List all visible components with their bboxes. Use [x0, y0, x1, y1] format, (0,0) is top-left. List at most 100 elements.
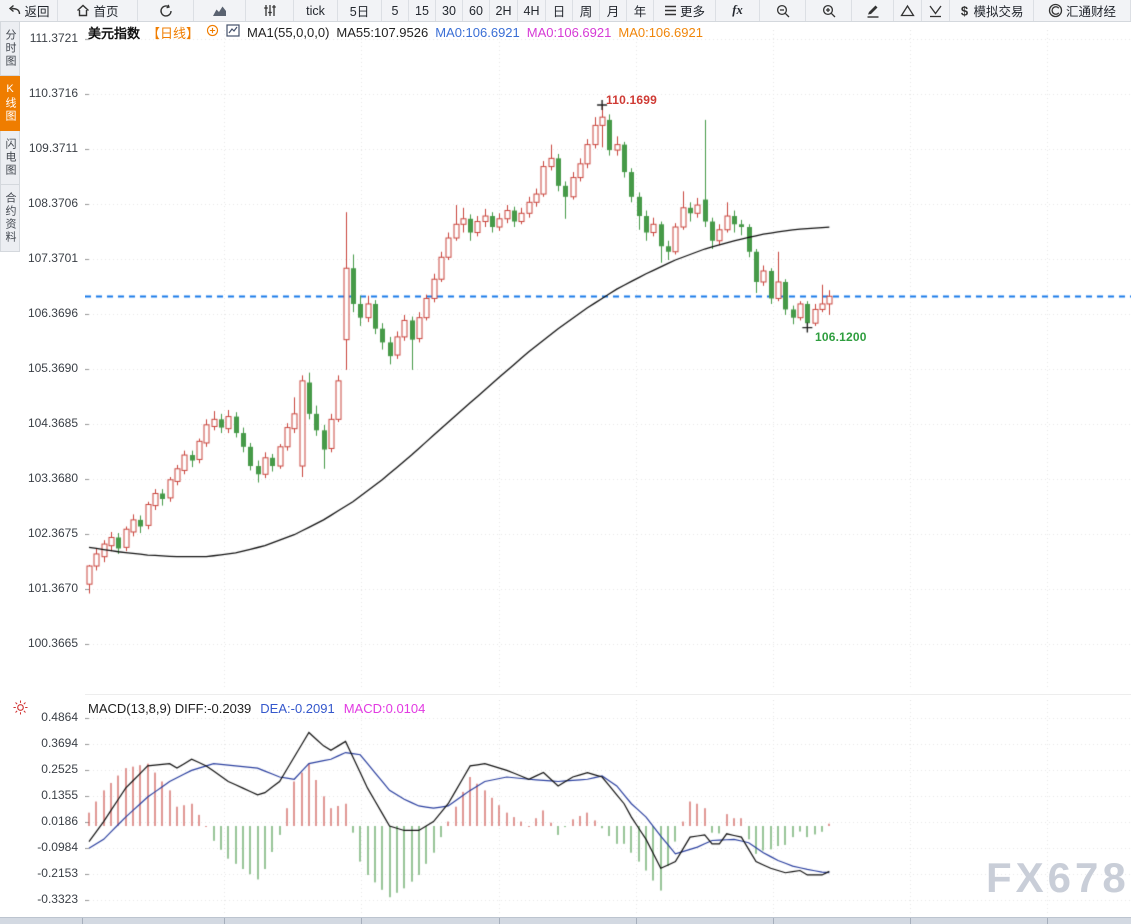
refresh-icon [159, 4, 173, 18]
toolbar-refresh-icon[interactable] [138, 0, 194, 21]
top-toolbar: 返回 首页 tick 5日 5 15 30 60 2H 4H 日周月年 更多 fx $ 模拟交易 汇通财经 [0, 0, 1131, 22]
kline-window-icon[interactable] [226, 24, 240, 40]
huitong-logo-icon [1048, 3, 1063, 18]
scrollbar-tick [636, 918, 637, 924]
toolbar-month-button[interactable]: 月 [600, 0, 627, 21]
macd-params-diff: MACD(13,8,9) DIFF:-0.2039 [88, 701, 252, 716]
symbol-name: 美元指数 [88, 25, 141, 41]
y-axis-label: -0.0984 [37, 839, 78, 854]
toolbar-sim-trade-label: 模拟交易 [973, 5, 1024, 19]
add-indicator-icon[interactable] [206, 24, 219, 40]
scrollbar-tick [910, 918, 911, 924]
toolbar-year-button[interactable]: 年 [627, 0, 654, 21]
y-axis-label: 0.4864 [41, 709, 78, 724]
toolbar-week-label: 周 [579, 5, 593, 19]
y-axis-label: 102.3675 [27, 525, 78, 540]
dollar-icon: $ [959, 4, 970, 18]
toolbar-draw-icon[interactable] [852, 0, 894, 21]
toolbar-home-button[interactable]: 首页 [58, 0, 138, 21]
fx678-chart-app: 返回 首页 tick 5日 5 15 30 60 2H 4H 日周月年 更多 fx $ 模拟交易 汇通财经 分… [0, 0, 1131, 924]
scrollbar-tick [1047, 918, 1048, 924]
toolbar-tick-button[interactable]: tick [294, 0, 338, 21]
scrollbar-tick [773, 918, 774, 924]
toolbar-30m-button[interactable]: 30 [436, 0, 463, 21]
toolbar-fx-label: fx [732, 3, 743, 17]
low-price-annotation: 106.1200 [815, 330, 867, 344]
y-axis-label: 103.3680 [27, 470, 78, 485]
pencil-icon [866, 4, 880, 18]
toolbar-5m-label: 5 [391, 3, 399, 18]
toolbar-more-label: 更多 [679, 5, 705, 19]
toolbar-indicators-icon[interactable] [246, 0, 294, 21]
y-axis-label: 104.3685 [27, 415, 78, 430]
y-axis-label: -0.2153 [37, 865, 78, 880]
toolbar-huitong-button[interactable]: 汇通财经 [1034, 0, 1131, 21]
ma0-value-magenta: MA0:106.6921 [526, 24, 612, 40]
y-axis-label: 0.1355 [41, 787, 78, 802]
scrollbar-tick [499, 918, 500, 924]
triangle-down-icon [928, 4, 943, 18]
toolbar-4h-label: 4H [523, 3, 540, 18]
period-label: 【日线】 [147, 25, 200, 41]
ma-parameters: MA1(55,0,0,0) [247, 24, 330, 40]
toolbar-15m-label: 15 [415, 3, 429, 18]
home-icon [76, 4, 90, 17]
toolbar-month-label: 月 [606, 5, 620, 19]
menu-icon [664, 5, 677, 16]
zoom-out-icon [776, 4, 790, 18]
toolbar-day-label: 日 [552, 5, 566, 19]
toolbar-back-label: 返回 [24, 5, 50, 19]
y-axis-label: 0.3694 [41, 735, 78, 750]
toolbar-5d-label: 5日 [349, 5, 370, 19]
toolbar-day-button[interactable]: 日 [546, 0, 573, 21]
zoom-in-icon [822, 4, 836, 18]
chart-mode-tabs: 分时图 K线图 闪电图 合约资料 [0, 22, 20, 252]
toolbar-4h-button[interactable]: 4H [518, 0, 546, 21]
toolbar-zoom-in-icon[interactable] [806, 0, 852, 21]
toolbar-5m-button[interactable]: 5 [382, 0, 409, 21]
side-tab-flash-chart[interactable]: 闪电图 [0, 131, 20, 185]
y-axis-label: 105.3690 [27, 360, 78, 375]
side-tab-kline-chart[interactable]: K线图 [0, 76, 20, 131]
chart-legend: 美元指数 【日线】 MA1(55,0,0,0) MA55:107.9526 MA… [88, 24, 703, 41]
sliders-icon [263, 4, 277, 17]
fx678-watermark: FX678 [986, 854, 1130, 901]
toolbar-15m-button[interactable]: 15 [409, 0, 436, 21]
toolbar-chart-type-icon[interactable] [194, 0, 246, 21]
pane-divider [85, 694, 1131, 695]
toolbar-back-button[interactable]: 返回 [0, 0, 58, 21]
toolbar-year-label: 年 [633, 5, 647, 19]
toolbar-tick-label: tick [306, 3, 325, 18]
scrollbar-tick [224, 918, 225, 924]
toolbar-5d-button[interactable]: 5日 [338, 0, 382, 21]
macd-chart-canvas[interactable] [85, 700, 1131, 915]
y-axis-label: 108.3706 [27, 195, 78, 210]
high-price-annotation: 110.1699 [606, 93, 657, 107]
ma55-value: MA55:107.9526 [336, 24, 429, 40]
toolbar-fx-button[interactable]: fx [716, 0, 760, 21]
toolbar-2h-label: 2H [495, 3, 512, 18]
toolbar-more-button[interactable]: 更多 [654, 0, 716, 21]
macd-value: MACD:0.0104 [343, 701, 426, 716]
toolbar-week-button[interactable]: 周 [573, 0, 600, 21]
triangle-up-icon [900, 4, 915, 17]
y-axis-label: 0.2525 [41, 761, 78, 776]
ma0-value-orange: MA0:106.6921 [618, 24, 703, 40]
toolbar-2h-button[interactable]: 2H [490, 0, 518, 21]
y-axis-label: -0.3323 [37, 891, 78, 906]
toolbar-mark-bottom-icon[interactable] [922, 0, 950, 21]
scrollbar-tick [361, 918, 362, 924]
svg-text:$: $ [961, 4, 969, 18]
toolbar-mark-top-icon[interactable] [894, 0, 922, 21]
area-chart-icon [212, 4, 227, 17]
toolbar-sim-trade-button[interactable]: $ 模拟交易 [950, 0, 1034, 21]
toolbar-home-label: 首页 [93, 5, 119, 19]
toolbar-60m-button[interactable]: 60 [463, 0, 490, 21]
ma0-value-blue: MA0:106.6921 [435, 24, 520, 40]
toolbar-30m-label: 30 [442, 3, 456, 18]
y-axis-label: 100.3665 [27, 635, 78, 650]
y-axis-label: 109.3711 [28, 140, 78, 155]
scrollbar-tick [82, 918, 83, 924]
candlestick-chart-canvas[interactable] [85, 30, 1131, 690]
toolbar-zoom-out-icon[interactable] [760, 0, 806, 21]
